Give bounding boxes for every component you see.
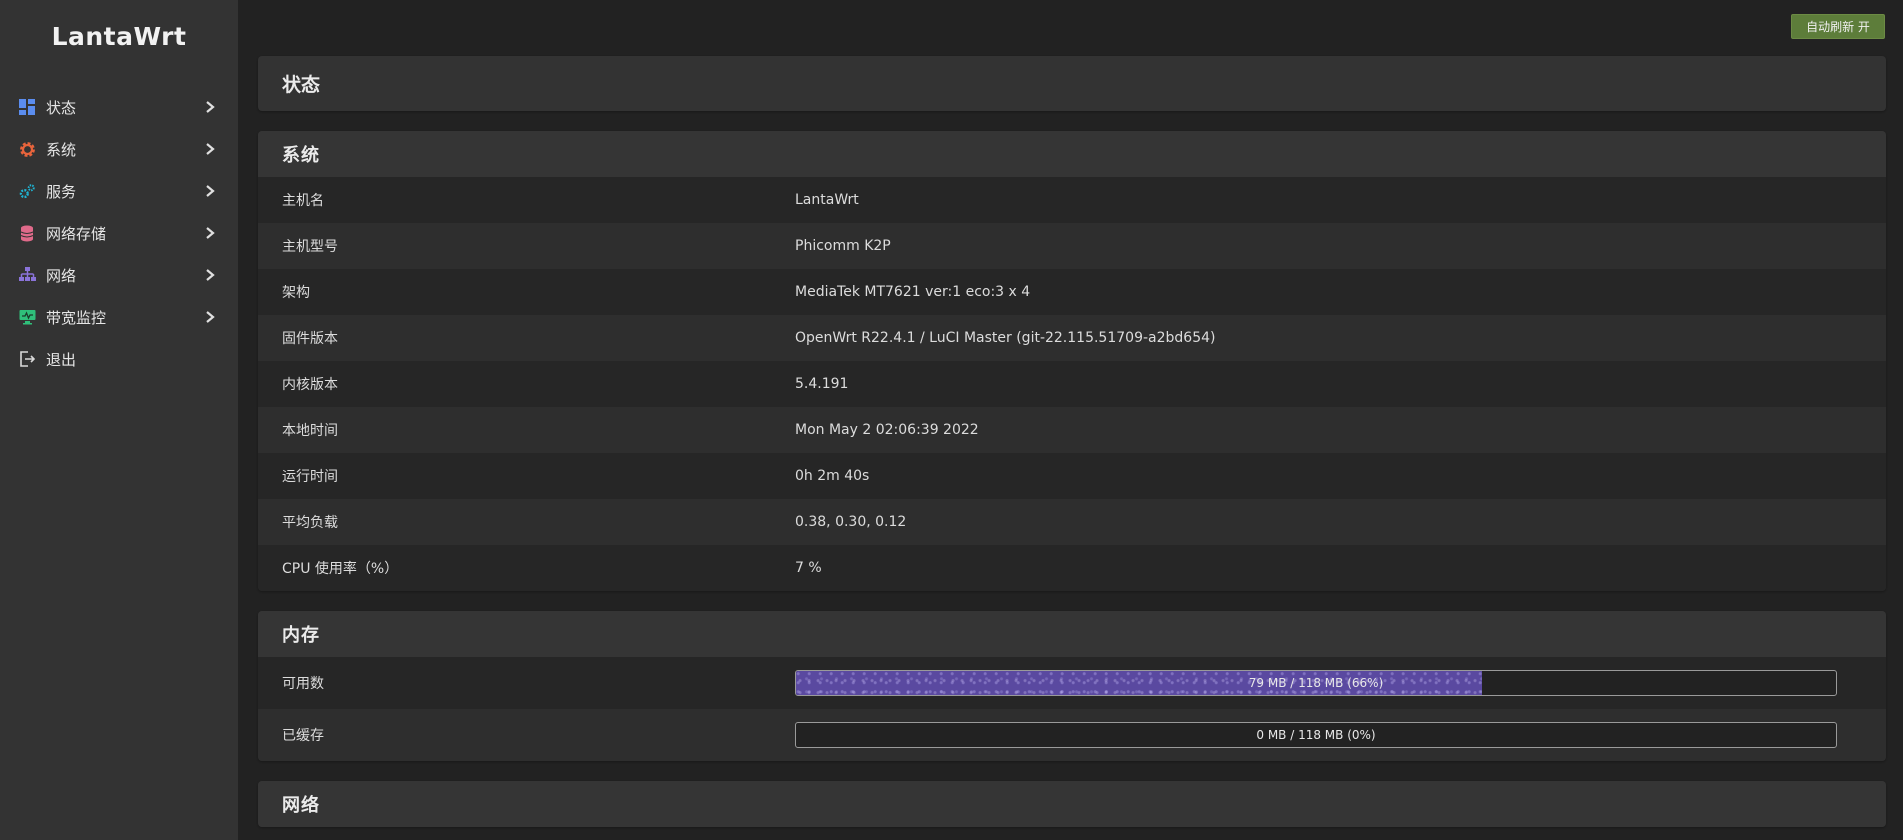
- chevron-right-icon: [206, 143, 215, 155]
- row-key: 已缓存: [282, 728, 324, 744]
- chevron-right-icon: [206, 269, 215, 281]
- system-table: 主机名 LantaWrt 主机型号 Phicomm K2P 架构 MediaTek M…: [258, 177, 1886, 591]
- row-value: 7 %: [795, 560, 822, 576]
- progress-text: 79 MB / 118 MB (66%): [1248, 676, 1384, 690]
- sidebar-item-system[interactable]: 系统: [0, 128, 238, 170]
- chevron-right-icon: [206, 227, 215, 239]
- table-row: 本地时间 Mon May 2 02:06:39 2022: [258, 407, 1886, 453]
- monitor-icon: [18, 308, 36, 326]
- auto-refresh-toggle-button[interactable]: 自动刷新 开: [1791, 14, 1885, 39]
- row-value: MediaTek MT7621 ver:1 eco:3 x 4: [795, 284, 1031, 300]
- sidebar: LantaWrt 状态 系统 服务 网络存储 网络 带宽监控 退出: [0, 0, 238, 840]
- sidebar-item-label: 服务: [46, 182, 77, 201]
- sidebar-item-label: 状态: [46, 98, 77, 117]
- cogs-icon: [18, 182, 36, 200]
- database-icon: [18, 224, 36, 242]
- memory-cached-progress-bar: 0 MB / 118 MB (0%): [795, 722, 1837, 748]
- row-value: OpenWrt R22.4.1 / LuCI Master (git-22.11…: [795, 330, 1216, 346]
- logout-icon: [18, 350, 36, 368]
- table-row: 内核版本 5.4.191: [258, 361, 1886, 407]
- sidebar-item-label: 退出: [46, 350, 77, 369]
- table-row: 架构 MediaTek MT7621 ver:1 eco:3 x 4: [258, 269, 1886, 315]
- section-title: 系统: [258, 131, 1886, 177]
- main-content: 状态 系统 主机名 LantaWrt 主机型号 Phicomm K2P 架构 Medi…: [258, 56, 1886, 827]
- row-key: 固件版本: [282, 331, 338, 347]
- memory-available-progress-bar: 79 MB / 118 MB (66%): [795, 670, 1837, 696]
- sidebar-item-nas[interactable]: 网络存储: [0, 212, 238, 254]
- table-row: 已缓存 0 MB / 118 MB (0%): [258, 709, 1886, 761]
- row-value: Phicomm K2P: [795, 238, 891, 254]
- row-key: 平均负载: [282, 515, 338, 531]
- row-key: 可用数: [282, 676, 324, 692]
- section-title: 内存: [258, 611, 1886, 657]
- sidebar-item-bandwidth[interactable]: 带宽监控: [0, 296, 238, 338]
- progress-text: 0 MB / 118 MB (0%): [1256, 728, 1376, 742]
- table-row: 平均负载 0.38, 0.30, 0.12: [258, 499, 1886, 545]
- row-value: Mon May 2 02:06:39 2022: [795, 422, 979, 438]
- table-row: 主机名 LantaWrt: [258, 177, 1886, 223]
- gear-icon: [18, 140, 36, 158]
- row-key: 主机型号: [282, 239, 338, 255]
- row-key: 主机名: [282, 193, 324, 209]
- row-value: 0h 2m 40s: [795, 468, 870, 484]
- sidebar-item-label: 网络存储: [46, 224, 107, 243]
- sidebar-item-label: 系统: [46, 140, 77, 159]
- row-value: 79 MB / 118 MB (66%): [795, 670, 1886, 696]
- row-key: 内核版本: [282, 377, 338, 393]
- page-title: 状态: [258, 56, 1886, 111]
- table-row: CPU 使用率（%） 7 %: [258, 545, 1886, 591]
- table-row: 可用数 79 MB / 118 MB (66%): [258, 657, 1886, 709]
- chevron-right-icon: [206, 101, 215, 113]
- chevron-right-icon: [206, 311, 215, 323]
- network-section: 网络: [258, 781, 1886, 827]
- dashboard-icon: [18, 98, 36, 116]
- sidebar-item-network[interactable]: 网络: [0, 254, 238, 296]
- table-row: 运行时间 0h 2m 40s: [258, 453, 1886, 499]
- chevron-right-icon: [206, 185, 215, 197]
- row-value: 0.38, 0.30, 0.12: [795, 514, 907, 530]
- sidebar-item-label: 带宽监控: [46, 308, 107, 327]
- section-title: 网络: [258, 781, 1886, 827]
- row-value: 5.4.191: [795, 376, 849, 392]
- memory-table: 可用数 79 MB / 118 MB (66%) 已缓存 0 MB / 118 …: [258, 657, 1886, 761]
- row-key: CPU 使用率（%）: [282, 561, 399, 577]
- row-key: 本地时间: [282, 423, 338, 439]
- table-row: 主机型号 Phicomm K2P: [258, 223, 1886, 269]
- table-row: 固件版本 OpenWrt R22.4.1 / LuCI Master (git-2…: [258, 315, 1886, 361]
- row-key: 架构: [282, 285, 310, 301]
- system-section: 系统 主机名 LantaWrt 主机型号 Phicomm K2P 架构 MediaTe…: [258, 131, 1886, 591]
- sidebar-item-status[interactable]: 状态: [0, 86, 238, 128]
- row-value: 0 MB / 118 MB (0%): [795, 722, 1886, 748]
- memory-section: 内存 可用数 79 MB / 118 MB (66%) 已缓存 0 MB / 1…: [258, 611, 1886, 761]
- sidebar-item-services[interactable]: 服务: [0, 170, 238, 212]
- app-logo[interactable]: LantaWrt: [0, 22, 238, 51]
- sidebar-item-logout[interactable]: 退出: [0, 338, 238, 380]
- sidebar-menu: 状态 系统 服务 网络存储 网络 带宽监控 退出: [0, 86, 238, 380]
- sidebar-item-label: 网络: [46, 266, 77, 285]
- row-value: LantaWrt: [795, 192, 859, 208]
- row-key: 运行时间: [282, 469, 338, 485]
- sitemap-icon: [18, 266, 36, 284]
